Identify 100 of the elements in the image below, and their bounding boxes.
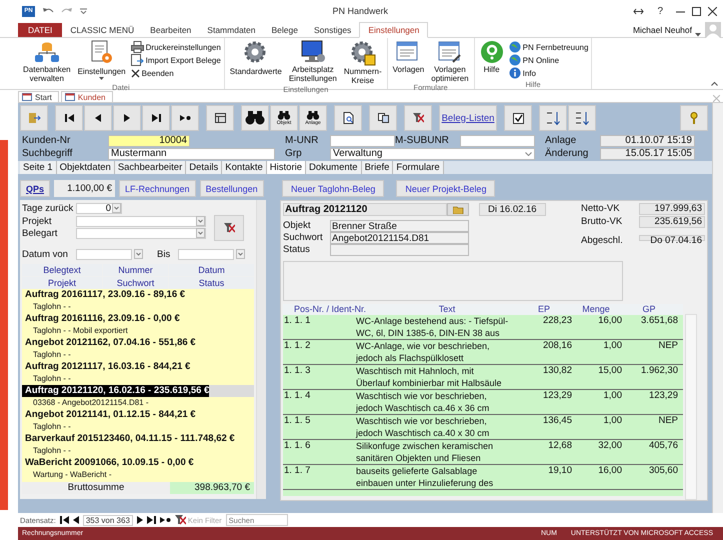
column-header[interactable]: Belegtext — [22, 264, 102, 276]
page-tab[interactable]: Kontakte — [222, 161, 267, 174]
close-icon[interactable] — [708, 6, 717, 16]
table-row[interactable]: 1. 1. 2 WC-Anlage, wie vor beschrieben, jedoch als Flachspülklosett 208,16 1,00 NEP — [283, 340, 683, 365]
preview-button[interactable] — [334, 105, 362, 131]
column-header[interactable]: Menge — [571, 304, 621, 315]
column-header[interactable]: Nummer — [103, 264, 168, 276]
document-lists-button[interactable]: Beleg-Listen — [439, 105, 497, 131]
date-from-field[interactable] — [76, 248, 132, 260]
ribbon-tab[interactable]: Bearbeiten — [142, 23, 200, 37]
caret-icon[interactable] — [695, 33, 701, 37]
page-tab[interactable]: Formulare — [393, 161, 444, 174]
resize-icon[interactable] — [633, 8, 644, 14]
checklist-button[interactable] — [504, 105, 532, 131]
days-back-dropdown[interactable]: 0 — [76, 202, 122, 214]
column-header[interactable]: Suchwort — [103, 277, 168, 289]
history-entry[interactable]: Auftrag 20121117, 16.03.16 - 844,21 € Taglohn - - — [22, 361, 254, 385]
maximize-icon[interactable] — [692, 6, 701, 16]
first-record-button[interactable] — [55, 105, 83, 131]
document-tab[interactable]: Start — [18, 91, 59, 102]
next-record-button[interactable] — [113, 105, 141, 131]
history-entry[interactable]: WaBericht 20091066, 10.09.15 - 0,00 € Wartung - WaBericht - — [22, 457, 254, 481]
history-entry[interactable]: Auftrag 20161116, 23.09.16 - 0,00 € Taglohn - - Mobil exportiert — [22, 313, 254, 337]
open-items-button[interactable]: QPs — [20, 180, 50, 197]
caret-icon[interactable] — [80, 8, 87, 14]
page-tab[interactable]: Historie — [266, 161, 306, 174]
new-daywork-document-button[interactable]: Neuer Taglohn-Beleg — [282, 180, 384, 197]
sort-descending-button[interactable] — [568, 105, 596, 131]
table-row[interactable]: 1. 1. 3 Waschtisch mit Hahnloch, mit Überlauf kombinierbar mit Halbsäule 130,82 15,00 1.962,30 — [283, 365, 683, 390]
previous-record-button[interactable] — [84, 105, 112, 131]
supplier-invoices-button[interactable]: LF-Rechnungen — [119, 180, 196, 197]
history-entry[interactable]: Auftrag 20121120, 16.02.16 - 235.619,56 € 03368 - Angebot20121154.D81 - — [22, 385, 254, 409]
ribbon-tab[interactable]: Einstellungen — [359, 22, 428, 38]
remove-filter-button[interactable] — [404, 105, 432, 131]
group-dropdown[interactable]: Verwaltung — [330, 148, 535, 160]
ribbon-button[interactable]: Vorlagen optimieren — [429, 40, 471, 83]
ribbon-button[interactable]: Hilfe — [478, 40, 506, 80]
table-row[interactable]: 1. 1. 7 bauseits gelieferte Galsablage einbauen unter Hinzulieferung des 19,10 16,00 305,60 — [283, 465, 683, 490]
open-folder-button[interactable] — [447, 203, 469, 216]
scrollbar[interactable] — [712, 103, 723, 513]
history-entry[interactable]: Angebot 20121162, 07.04.16 - 551,86 € Taglohn - - — [22, 337, 254, 361]
table-row[interactable]: 1. 1. 4 Waschtisch wie vor beschrieben, jedoch Waschtisch ca.46 x 36 cm 123,29 1,00 123,29 — [283, 390, 683, 415]
record-position-field[interactable]: 353 von 363 — [82, 514, 133, 526]
ribbon-button[interactable]: PN Fernbetreuung — [508, 41, 588, 53]
page-tab[interactable]: Sachbearbeiter — [114, 161, 186, 174]
ribbon-tab[interactable]: DATEI — [18, 23, 62, 37]
column-header[interactable]: GP — [621, 304, 677, 315]
ribbon-tab[interactable]: Stammdaten — [199, 23, 264, 37]
new-project-document-button[interactable]: Neuer Projekt-Beleg — [396, 180, 496, 197]
document-tab[interactable]: Kunden — [60, 91, 112, 102]
page-tab[interactable]: Dokumente — [306, 161, 362, 174]
ribbon-tab[interactable]: Sonstiges — [306, 23, 360, 37]
date-to-field[interactable] — [178, 248, 234, 260]
ribbon-button[interactable]: Info — [508, 67, 588, 79]
page-tab[interactable]: Briefe — [362, 161, 394, 174]
column-header[interactable]: EP — [517, 304, 571, 315]
input-field[interactable] — [460, 134, 535, 146]
clear-filter-button[interactable] — [214, 215, 244, 241]
ribbon-button[interactable]: Import Export Belege — [130, 54, 221, 66]
ribbon-button[interactable]: Standardwerte — [228, 40, 284, 85]
ribbon-button[interactable]: PN Online — [508, 54, 588, 66]
sort-ascending-button[interactable] — [539, 105, 567, 131]
history-entry[interactable]: Angebot 20121141, 01.12.15 - 844,21 € Taglohn - - — [22, 409, 254, 433]
scrollbar[interactable] — [256, 200, 266, 499]
search-term-field[interactable]: Mustermann — [108, 148, 275, 160]
column-header[interactable]: Datum — [169, 264, 254, 276]
table-row[interactable]: 1. 1. 6 Silikonfuge zwischen keramischen sanitären Objekten und Fliesen 12,68 32,00 405,76 — [283, 440, 683, 465]
datasheet-button[interactable] — [206, 105, 234, 131]
column-header[interactable]: Projekt — [22, 277, 102, 289]
ribbon-button[interactable]: Datenbanken verwalten — [21, 40, 73, 83]
page-tab[interactable]: Objektdaten — [56, 161, 115, 174]
help-button[interactable]: ? — [657, 6, 663, 16]
notes-field[interactable] — [283, 261, 623, 301]
ribbon-button[interactable]: Vorlagen — [390, 40, 426, 83]
history-entry[interactable]: Barverkauf 2015123460, 04.11.15 - 111.748,62 € Taglohn - - — [22, 433, 254, 457]
scrollbar[interactable] — [685, 314, 697, 500]
history-entry[interactable]: Auftrag 20161117, 23.09.16 - 89,16 € Taglohn - - — [22, 289, 254, 313]
ribbon-button[interactable]: Arbeitsplatz Einstellungen — [286, 40, 339, 85]
new-record-button[interactable] — [171, 105, 199, 131]
user-name[interactable]: Michael Neuhof — [632, 24, 692, 34]
page-tab[interactable]: Details — [186, 161, 222, 174]
column-header[interactable]: Pos-Nr. / Ident-Nr. — [283, 304, 377, 315]
ribbon-tab[interactable]: CLASSIC MENÜ — [62, 23, 142, 37]
column-header[interactable]: Text — [377, 304, 517, 315]
ribbon-button[interactable]: Druckereinstellungen — [130, 41, 221, 53]
customer-number-field[interactable]: 10004 — [108, 134, 190, 146]
key-button[interactable] — [680, 105, 708, 131]
search-button[interactable] — [241, 105, 269, 131]
page-tab[interactable]: Seite 1 — [20, 161, 57, 174]
ribbon-button[interactable]: Beenden — [130, 67, 221, 79]
ribbon-button[interactable]: Einstellungen — [76, 40, 128, 83]
table-row[interactable]: 1. 1. 1 WC-Anlage bestehend aus: - Tiefspül- WC, 6l, DIN 1385-6, DIN-EN 38 aus 228,23 16,00 3.651,68 — [283, 315, 683, 340]
input-field[interactable] — [330, 134, 395, 146]
copy-button[interactable] — [369, 105, 397, 131]
table-row[interactable]: 1. 1. 5 Waschtisch wie vor beschrieben, jedoch Waschtisch ca.40 x 30 cm 136,45 1,00 NEP — [283, 415, 683, 440]
ribbon-tab[interactable]: Belege — [264, 23, 306, 37]
ribbon-button[interactable]: Nummern- Kreise — [342, 40, 384, 85]
column-header[interactable]: Status — [169, 277, 254, 289]
orders-button[interactable]: Bestellungen — [200, 180, 264, 197]
last-record-button[interactable] — [142, 105, 170, 131]
